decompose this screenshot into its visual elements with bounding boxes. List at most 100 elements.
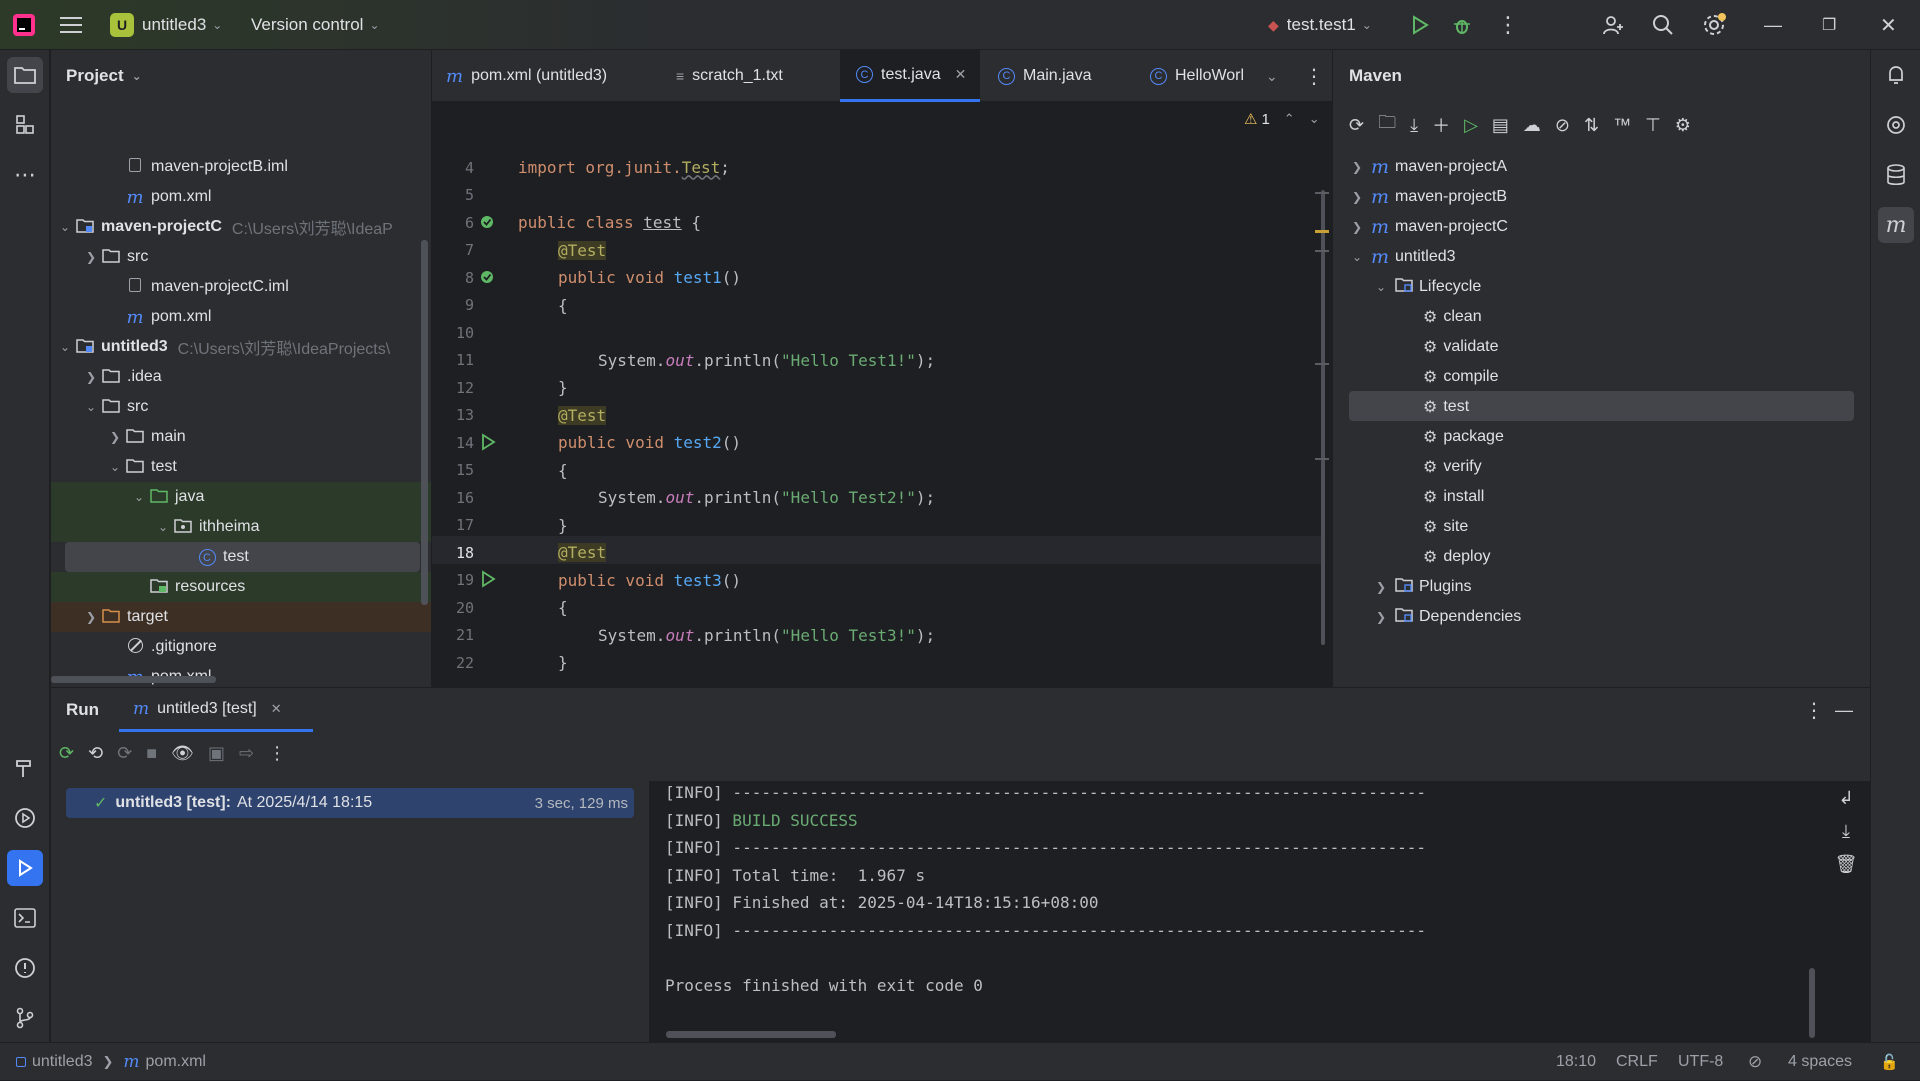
lock-icon[interactable]: 🔓 [1880, 1043, 1899, 1081]
breadcrumb-file[interactable]: pom.xml [146, 1053, 206, 1071]
reload-icon[interactable]: ⟳ [1349, 115, 1364, 136]
editor-scrollbar[interactable] [1321, 190, 1325, 645]
tree-item[interactable]: ⌄ ithheima [51, 512, 431, 542]
tabs-dropdown-icon[interactable]: ⌄ [1266, 50, 1278, 102]
run-maven-icon[interactable]: ▷ [1464, 115, 1478, 136]
tree-item[interactable]: mpom.xml [51, 182, 431, 212]
tree-item[interactable]: mpom.xml [51, 302, 431, 332]
maven-tree-item[interactable]: ⚙ validate [1423, 332, 1499, 362]
run-more-icon[interactable]: ⋮ [268, 743, 286, 764]
chevron-right-icon[interactable]: ❯ [1349, 160, 1365, 174]
ai-assistant-button[interactable] [1878, 107, 1914, 143]
maven-tree-item[interactable]: ⚙ compile [1423, 362, 1498, 392]
maven-tree-item[interactable]: ❯ m maven-projectB [1349, 182, 1507, 212]
run-config-selector[interactable]: ◆ test.test1 ⌄ [1268, 0, 1372, 50]
maven-tree-item[interactable]: ⚙ clean [1423, 302, 1482, 332]
tree-item[interactable]: resources [51, 572, 431, 602]
search-icon[interactable] [1652, 0, 1674, 50]
maven-tree-item[interactable]: ⚙ test [1423, 392, 1469, 422]
tree-item[interactable]: ❯ main [51, 422, 431, 452]
maven-tool-button[interactable]: m [1878, 207, 1914, 243]
console-horizontal-scrollbar[interactable] [666, 1031, 836, 1038]
tree-item[interactable]: ⌄ src [51, 392, 431, 422]
warning-marker[interactable] [1315, 230, 1329, 233]
tree-item[interactable]: mpom.xml [51, 662, 431, 688]
show-passed-icon[interactable]: 👁 [171, 743, 194, 764]
test-result-row[interactable]: ✓ untitled3 [test]: At 2025/4/14 18:15 3… [66, 788, 634, 818]
tree-item[interactable]: ⌄ maven-projectC C:\Users\刘芳聪\IdeaP [51, 212, 431, 242]
horizontal-scrollbar[interactable] [51, 676, 216, 683]
maven-tree-item[interactable]: ❯ Plugins [1373, 572, 1472, 602]
chevron-right-icon[interactable]: ❯ [1349, 220, 1365, 234]
soft-wrap-icon[interactable]: ↲ [1838, 788, 1853, 809]
chevron-down-icon[interactable]: ⌄ [57, 220, 73, 234]
show-dependencies-icon[interactable]: ™ [1613, 115, 1631, 136]
project-tool-button[interactable] [7, 57, 43, 93]
no-highlighting-icon[interactable]: ⊘ [1748, 1043, 1762, 1081]
export-icon[interactable]: ⇨ [239, 743, 254, 764]
debug-button[interactable] [1452, 0, 1472, 50]
run-tool-button[interactable] [7, 850, 43, 886]
more-tools-icon[interactable]: ⋯ [7, 157, 43, 193]
close-tab-icon[interactable]: ✕ [955, 66, 967, 83]
skip-tests-icon[interactable]: ⊘ [1555, 115, 1570, 136]
minimize-icon[interactable]: — [1764, 0, 1782, 50]
file-encoding[interactable]: UTF-8 [1678, 1043, 1723, 1081]
run-panel-title[interactable]: Run [66, 688, 99, 732]
add-user-icon[interactable] [1602, 0, 1624, 50]
chevron-down-icon[interactable]: ⌄ [83, 400, 99, 414]
maven-tree-item[interactable]: ⚙ deploy [1423, 542, 1491, 572]
tree-item[interactable]: .gitignore [51, 632, 431, 662]
chevron-right-icon[interactable]: ❯ [83, 370, 99, 384]
chevron-down-icon[interactable]: ⌄ [131, 490, 147, 504]
maven-tree-item[interactable]: ❯ m maven-projectA [1349, 152, 1507, 182]
chevron-right-icon[interactable]: ❯ [1349, 190, 1365, 204]
project-panel-header[interactable]: Project ⌄ [66, 50, 142, 102]
structure-tool-button[interactable] [7, 107, 43, 143]
tree-item[interactable]: ❯ .idea [51, 362, 431, 392]
tree-item[interactable]: Ctest [65, 542, 420, 572]
tab-helloworld[interactable]: C HelloWorl [1150, 50, 1244, 102]
chevron-down-icon[interactable]: ⌄ [1309, 111, 1320, 127]
more-actions-icon[interactable]: ⋮ [1497, 0, 1519, 50]
tree-item[interactable]: ⌄ test [51, 452, 431, 482]
console-output[interactable]: [INFO] ---------------------------------… [649, 781, 1870, 1043]
rerun-icon[interactable]: ⟳ [59, 743, 74, 764]
chevron-right-icon[interactable]: ❯ [83, 610, 99, 624]
warning-indicator[interactable]: ⚠ 1 ⌃ ⌄ [1244, 108, 1320, 130]
maven-tree-item[interactable]: ⚙ site [1423, 512, 1468, 542]
tree-item[interactable]: ⌄ untitled3 C:\Users\刘芳聪\IdeaProjects\ [51, 332, 431, 362]
tabs-more-icon[interactable]: ⋮ [1304, 50, 1324, 102]
close-tab-icon[interactable]: ✕ [271, 701, 282, 717]
tab-pom-xml[interactable]: m pom.xml (untitled3) [446, 50, 607, 102]
terminal-tool-button[interactable] [7, 900, 43, 936]
chevron-down-icon[interactable]: ⌄ [1373, 280, 1389, 294]
scroll-to-end-icon[interactable]: ⤓ [1842, 821, 1850, 842]
run-tab[interactable]: m untitled3 [test] ✕ [119, 688, 313, 732]
chevron-up-icon[interactable]: ⌃ [1284, 111, 1295, 127]
indent-setting[interactable]: 4 spaces [1788, 1043, 1852, 1081]
vcs-menu[interactable]: Version control ⌄ [251, 0, 380, 50]
expand-all-icon[interactable]: ⊤ [1645, 115, 1661, 136]
close-icon[interactable]: ✕ [1880, 0, 1897, 50]
run-button[interactable] [1410, 0, 1430, 50]
chevron-right-icon[interactable]: ❯ [1373, 610, 1389, 624]
maven-tree-item[interactable]: ❯ m maven-projectC [1349, 212, 1508, 242]
tab-scratch[interactable]: ≡ scratch_1.txt [676, 50, 783, 102]
problems-tool-button[interactable] [7, 950, 43, 986]
tree-item[interactable]: ❯ target [51, 602, 431, 632]
maven-tree-item[interactable]: ⌄ m untitled3 [1349, 242, 1456, 272]
line-separator[interactable]: CRLF [1616, 1043, 1658, 1081]
services-tool-button[interactable] [7, 800, 43, 836]
notifications-button[interactable] [1878, 57, 1914, 93]
tree-item[interactable]: maven-projectB.iml [51, 152, 431, 182]
tab-test-java[interactable]: C test.java ✕ [840, 50, 980, 102]
execute-goal-icon[interactable]: ▤ [1492, 115, 1509, 136]
vertical-scrollbar[interactable] [421, 240, 428, 605]
rerun-failed-icon[interactable]: ⟲ [88, 743, 103, 764]
breadcrumb-project[interactable]: untitled3 [32, 1053, 93, 1071]
chevron-down-icon[interactable]: ⌄ [1349, 250, 1365, 264]
trash-icon[interactable]: 🗑 [1835, 854, 1858, 875]
settings-gear-icon[interactable] [1702, 0, 1726, 50]
minimize-panel-icon[interactable]: — [1835, 688, 1853, 732]
